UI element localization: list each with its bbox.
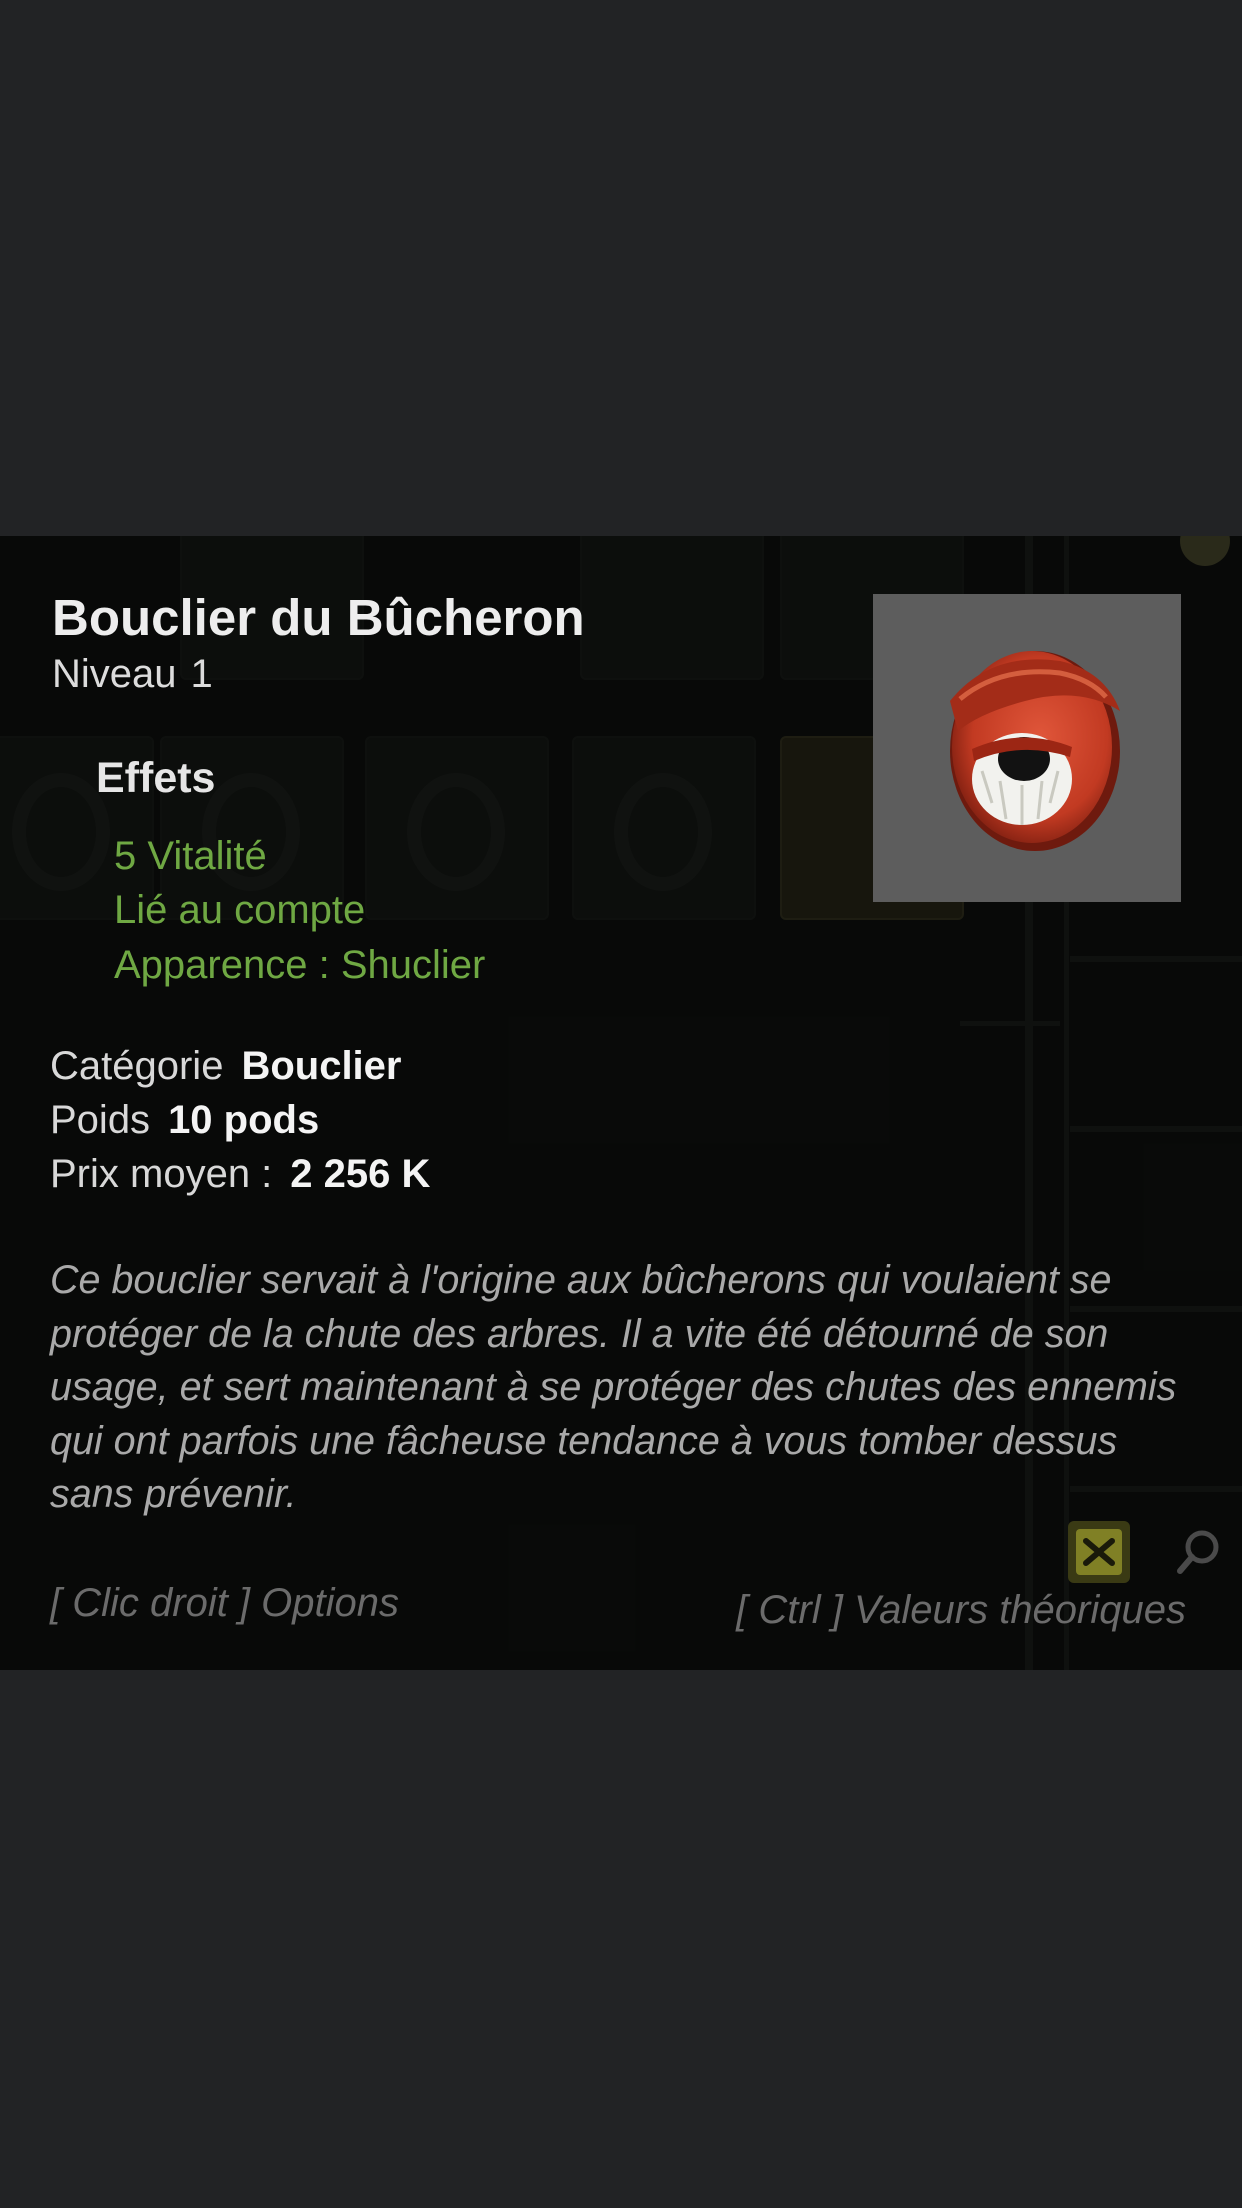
level-value: 1: [190, 652, 213, 696]
weight-label: Poids: [50, 1098, 151, 1142]
effect-line: Apparence : Shuclier: [114, 943, 486, 987]
weight-value: 10 pods: [168, 1098, 320, 1142]
category-value: Bouclier: [241, 1044, 402, 1088]
category-label: Catégorie: [50, 1044, 224, 1088]
price-value: 2 256 K: [290, 1152, 431, 1196]
effects-heading: Effets: [96, 754, 216, 802]
item-title: Bouclier du Bûcheron: [52, 589, 585, 646]
right-click-hint: [ Clic droit ] Options: [50, 1581, 400, 1625]
item-tooltip: Bouclier du Bûcheron Niveau 1 Effets 5 Vi…: [0, 536, 1242, 1670]
level-label: Niveau: [52, 652, 177, 696]
category-row: Catégorie Bouclier: [50, 1044, 401, 1089]
item-description: Ce bouclier servait à l'origine aux bûch…: [50, 1258, 1177, 1516]
weight-row: Poids 10 pods: [50, 1098, 319, 1143]
item-level: Niveau 1: [52, 652, 213, 697]
ctrl-hint: [ Ctrl ] Valeurs théoriques: [736, 1588, 1186, 1632]
screen: Bouclier du Bûcheron Niveau 1 Effets 5 Vi…: [0, 0, 1242, 2208]
effect-line: 5 Vitalité: [114, 834, 267, 878]
price-label: Prix moyen :: [50, 1152, 273, 1196]
shield-icon: [950, 651, 1120, 851]
price-row: Prix moyen : 2 256 K: [50, 1152, 430, 1197]
effect-line: Lié au compte: [114, 888, 366, 932]
